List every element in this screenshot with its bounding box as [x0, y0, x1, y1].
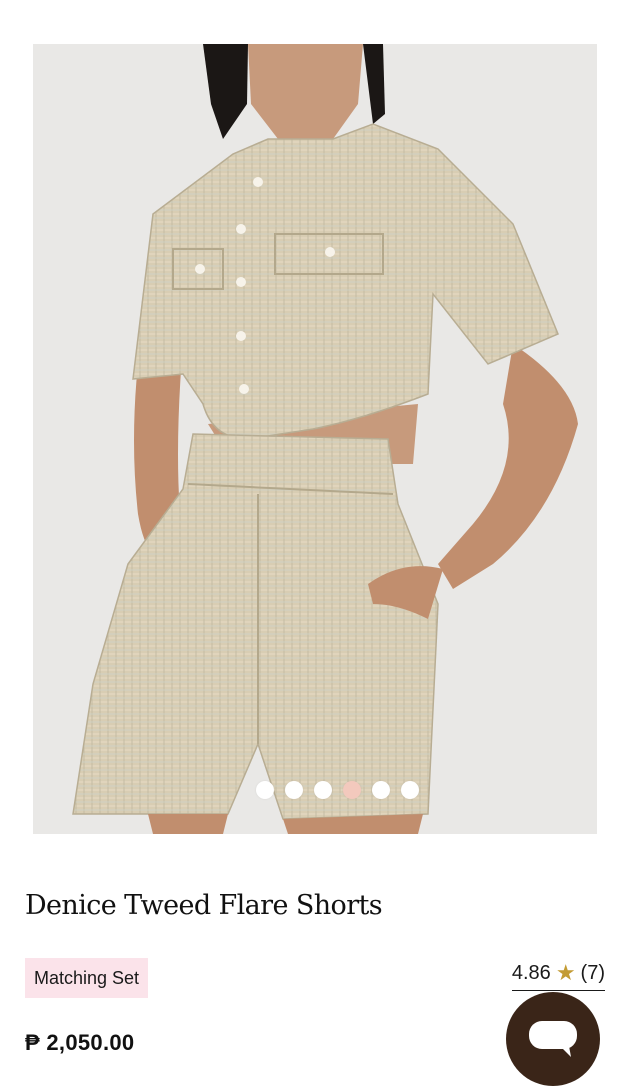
carousel-dot-2[interactable] [285, 781, 303, 799]
rating-value: 4.86 [511, 961, 551, 984]
star-icon: ★ [555, 960, 576, 985]
chat-bubble-icon [529, 1021, 577, 1057]
review-count: (7) [580, 961, 605, 984]
product-price: ₱ 2,050.00 [25, 1030, 135, 1055]
product-title: Denice Tweed Flare Shorts [25, 890, 383, 921]
carousel-dots [33, 781, 597, 799]
matching-set-badge[interactable]: Matching Set [25, 958, 149, 998]
rating-summary-link[interactable]: 4.86 ★ (7) [511, 960, 605, 991]
carousel-dot-5[interactable] [372, 781, 390, 799]
product-image-gallery[interactable] [33, 44, 597, 834]
product-photo [33, 44, 597, 834]
carousel-dot-3[interactable] [314, 781, 332, 799]
carousel-dot-4-active[interactable] [343, 781, 361, 799]
carousel-dot-1[interactable] [256, 781, 274, 799]
badge-label: Matching Set [34, 967, 140, 988]
chat-button[interactable] [506, 992, 600, 1086]
carousel-dot-6[interactable] [401, 781, 419, 799]
